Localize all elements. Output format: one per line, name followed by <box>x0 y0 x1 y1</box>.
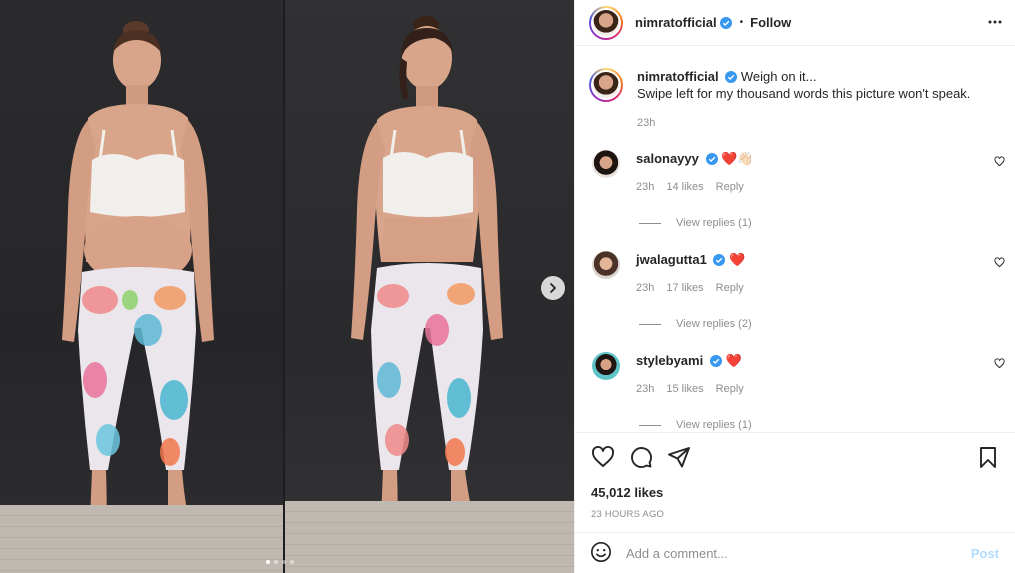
author-username[interactable]: nimratofficial <box>635 15 717 30</box>
commenter-username[interactable]: salonayyy <box>636 151 699 166</box>
post-header: nimratofficial • Follow <box>575 0 1015 46</box>
comment-icon[interactable] <box>629 445 653 472</box>
more-options-icon[interactable] <box>987 14 1003 33</box>
comment-timestamp[interactable]: 23h <box>636 179 654 196</box>
comment-text: ❤️ <box>729 252 746 267</box>
next-photo-button[interactable] <box>541 276 565 300</box>
comment-likes[interactable]: 17 likes <box>666 280 703 297</box>
comment-likes[interactable]: 14 likes <box>666 179 703 196</box>
comment-like-icon[interactable] <box>994 358 1005 372</box>
verified-badge-icon <box>725 71 738 83</box>
author-avatar[interactable] <box>589 5 623 40</box>
reply-button[interactable]: Reply <box>716 381 744 398</box>
commenter-username[interactable]: jwalagutta1 <box>636 252 707 267</box>
comment-item: stylebyami ❤️ 23h 15 likes Reply <box>575 352 1015 398</box>
comment-timestamp[interactable]: 23h <box>636 280 654 297</box>
caption-timestamp[interactable]: 23h <box>637 115 970 132</box>
post-timestamp: 23 HOURS AGO <box>591 509 665 520</box>
caption-username[interactable]: nimratofficial <box>637 69 719 84</box>
reply-button[interactable]: Reply <box>716 280 744 297</box>
post-media-carousel[interactable] <box>0 0 574 573</box>
comment-item: salonayyy ❤️👋🏻 23h 14 likes Reply <box>575 150 1015 196</box>
comment-timestamp[interactable]: 23h <box>636 381 654 398</box>
comment-input[interactable]: Add a comment... <box>626 546 971 561</box>
carousel-dot <box>274 560 278 564</box>
commenter-avatar[interactable] <box>592 352 620 380</box>
woman-figure-before <box>62 21 214 558</box>
post-caption: nimratofficial Weigh on it... Swipe left… <box>575 56 1015 132</box>
follow-button[interactable]: Follow <box>750 15 791 30</box>
reply-button[interactable]: Reply <box>716 179 744 196</box>
view-replies-button[interactable]: View replies (2) <box>639 318 1015 330</box>
comment-item: jwalagutta1 ❤️ 23h 17 likes Reply <box>575 251 1015 297</box>
separator-dot: • <box>739 17 744 28</box>
verified-badge-icon <box>713 254 726 266</box>
emoji-icon[interactable] <box>590 541 612 566</box>
carousel-dot <box>282 560 286 564</box>
comment-like-icon[interactable] <box>994 156 1005 170</box>
commenter-avatar[interactable] <box>592 150 620 178</box>
add-comment-bar: Add a comment... Post <box>575 532 1015 573</box>
carousel-dot <box>290 560 294 564</box>
comment-likes[interactable]: 15 likes <box>666 381 703 398</box>
verified-badge-icon <box>709 355 722 367</box>
post-actions: 45,012 likes 23 HOURS AGO <box>575 432 1015 532</box>
view-replies-button[interactable]: View replies (1) <box>639 217 1015 229</box>
author-avatar[interactable] <box>589 68 623 102</box>
before-photo <box>0 0 283 573</box>
comment-text: ❤️👋🏻 <box>721 151 754 166</box>
likes-count[interactable]: 45,012 likes <box>591 485 999 500</box>
instagram-post-modal: nimratofficial • Follow nimratofficial W… <box>0 0 1015 573</box>
commenter-username[interactable]: stylebyami <box>636 353 703 368</box>
after-photo <box>285 0 574 573</box>
commenter-avatar[interactable] <box>592 251 620 279</box>
carousel-dot <box>266 560 270 564</box>
comment-like-icon[interactable] <box>994 257 1005 271</box>
comment-text: ❤️ <box>725 353 742 368</box>
comments-list[interactable]: nimratofficial Weigh on it... Swipe left… <box>575 56 1015 431</box>
bookmark-icon[interactable] <box>977 445 999 472</box>
view-replies-button[interactable]: View replies (1) <box>639 419 1015 431</box>
post-comment-button[interactable]: Post <box>971 546 999 561</box>
caption-line-2: Swipe left for my thousand words this pi… <box>637 86 971 101</box>
post-side-panel: nimratofficial • Follow nimratofficial W… <box>574 0 1015 573</box>
heart-icon[interactable] <box>591 445 615 472</box>
share-icon[interactable] <box>667 445 691 472</box>
carousel-indicator <box>266 560 294 564</box>
verified-badge-icon <box>719 16 732 29</box>
chevron-right-icon <box>550 283 556 293</box>
woman-figure-after <box>351 16 503 558</box>
verified-badge-icon <box>705 153 718 165</box>
caption-line-1: Weigh on it... <box>740 69 817 84</box>
